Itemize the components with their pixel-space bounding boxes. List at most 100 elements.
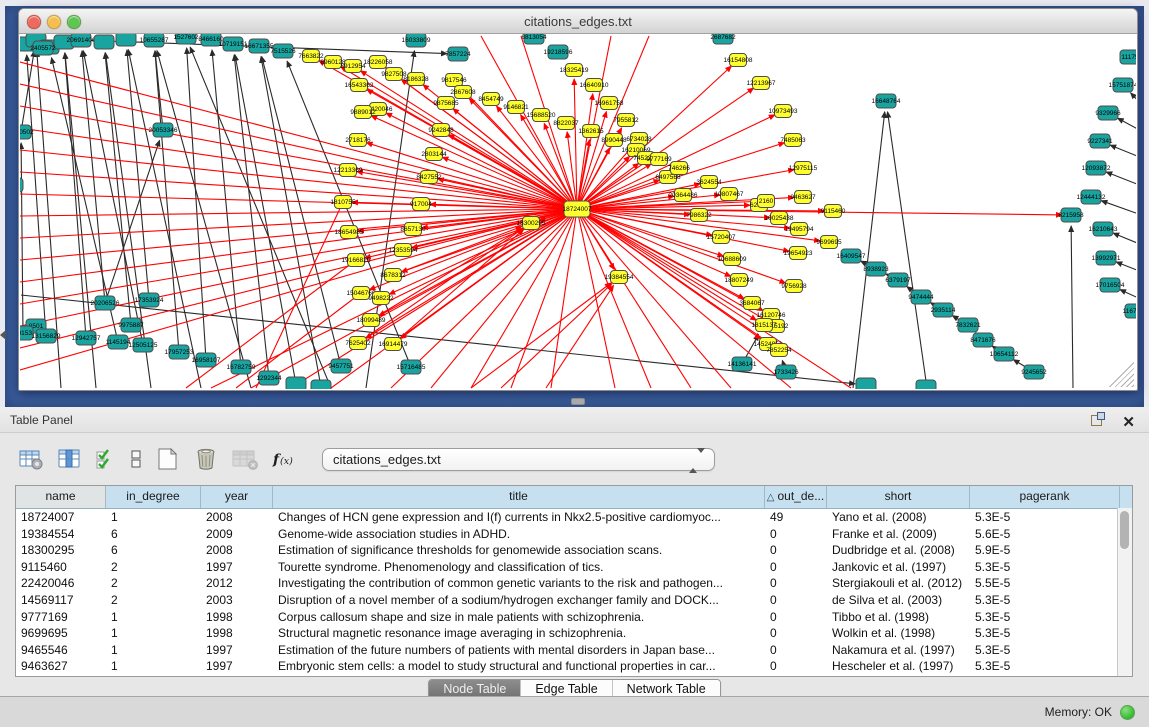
- cell-short[interactable]: de Silva et al. (2003): [827, 592, 970, 609]
- graph-edge[interactable]: [212, 50, 241, 367]
- graph-edge[interactable]: [471, 283, 611, 388]
- column-header-in_degree[interactable]: in_degree: [106, 486, 201, 508]
- graph-edge[interactable]: [155, 51, 163, 130]
- graph-node[interactable]: [116, 34, 136, 46]
- scrollbar-thumb[interactable]: [1120, 511, 1129, 549]
- graph-edge[interactable]: [20, 209, 577, 260]
- graph-edge[interactable]: [261, 57, 321, 387]
- row-height-icon[interactable]: [128, 447, 144, 471]
- graph-edge[interactable]: [888, 112, 927, 388]
- graph-edge[interactable]: [20, 194, 577, 209]
- cell-pagerank[interactable]: 5.3E-5: [970, 509, 1120, 526]
- cell-title[interactable]: Structural magnetic resonance image aver…: [273, 625, 765, 642]
- graph-node[interactable]: [20, 178, 23, 192]
- cell-name[interactable]: 9699695: [16, 625, 106, 642]
- cell-pagerank[interactable]: 5.3E-5: [970, 658, 1120, 675]
- cell-out_de[interactable]: 0: [765, 559, 827, 576]
- cell-in_degree[interactable]: 2: [106, 592, 201, 609]
- cell-short[interactable]: Stergiakouli et al. (2012): [827, 575, 970, 592]
- cell-in_degree[interactable]: 2: [106, 575, 201, 592]
- cell-name[interactable]: 14569117: [16, 592, 106, 609]
- cell-in_degree[interactable]: 1: [106, 625, 201, 642]
- table-row[interactable]: 1872400712008Changes of HCN gene express…: [16, 509, 1120, 526]
- graph-edge[interactable]: [20, 209, 577, 216]
- cell-in_degree[interactable]: 2: [106, 559, 201, 576]
- table-row[interactable]: 1456911722003Disruption of a novel membe…: [16, 592, 1120, 609]
- cell-year[interactable]: 1997: [201, 642, 273, 659]
- cell-out_de[interactable]: 49: [765, 509, 827, 526]
- cell-out_de[interactable]: 0: [765, 658, 827, 675]
- cell-year[interactable]: 2012: [201, 575, 273, 592]
- cell-title[interactable]: Genome-wide association studies in ADHD.: [273, 526, 765, 543]
- column-header-year[interactable]: year: [201, 486, 273, 508]
- column-header-pagerank[interactable]: pagerank: [970, 486, 1120, 508]
- memory-status-indicator-icon[interactable]: [1120, 705, 1135, 720]
- graph-edge[interactable]: [235, 55, 296, 384]
- cell-short[interactable]: Jankovic et al. (1997): [827, 559, 970, 576]
- graph-edge[interactable]: [127, 50, 149, 300]
- graph-edge[interactable]: [358, 229, 523, 343]
- cell-name[interactable]: 9465546: [16, 642, 106, 659]
- column-header-short[interactable]: short: [827, 486, 970, 508]
- table-row[interactable]: 977716911998Corpus callosum shape and si…: [16, 609, 1120, 626]
- graph-edge[interactable]: [1113, 233, 1136, 247]
- cell-year[interactable]: 2008: [201, 542, 273, 559]
- cell-out_de[interactable]: 0: [765, 592, 827, 609]
- cell-out_de[interactable]: 0: [765, 642, 827, 659]
- graph-edge[interactable]: [1131, 93, 1136, 110]
- table-row[interactable]: 1830029562008Estimation of significance …: [16, 542, 1120, 559]
- graph-edge[interactable]: [155, 51, 179, 352]
- graph-edge[interactable]: [1116, 262, 1136, 274]
- cell-year[interactable]: 1998: [201, 609, 273, 626]
- cell-pagerank[interactable]: 5.9E-5: [970, 542, 1120, 559]
- graph-edge[interactable]: [577, 209, 691, 388]
- create-column-icon[interactable]: [154, 446, 182, 472]
- cell-short[interactable]: Dudbridge et al. (2008): [827, 542, 970, 559]
- select-columns-checklist-icon[interactable]: [94, 447, 118, 471]
- cell-title[interactable]: Embryonic stem cells: a model to study s…: [273, 658, 765, 675]
- cell-year[interactable]: 2008: [201, 509, 273, 526]
- graph-edge[interactable]: [105, 53, 131, 325]
- table-row[interactable]: 946362711997Embryonic stem cells: a mode…: [16, 658, 1120, 675]
- cell-name[interactable]: 22420046: [16, 575, 106, 592]
- graph-node[interactable]: [94, 35, 114, 49]
- table-source-select[interactable]: citations_edges.txt: [322, 448, 715, 471]
- cell-in_degree[interactable]: 1: [106, 658, 201, 675]
- cell-pagerank[interactable]: 5.6E-5: [970, 526, 1120, 543]
- table-row[interactable]: 969969511998Structural magnetic resonanc…: [16, 625, 1120, 642]
- graph-node[interactable]: [286, 377, 306, 389]
- graph-edge[interactable]: [262, 57, 341, 366]
- cell-pagerank[interactable]: 5.5E-5: [970, 575, 1120, 592]
- graph-edge[interactable]: [577, 209, 651, 388]
- cell-out_de[interactable]: 0: [765, 526, 827, 543]
- graph-edge[interactable]: [577, 209, 744, 299]
- graph-edge[interactable]: [577, 36, 611, 209]
- show-columns-icon[interactable]: [56, 447, 84, 471]
- cell-year[interactable]: 2009: [201, 526, 273, 543]
- graph-node[interactable]: [916, 380, 936, 389]
- column-header-title[interactable]: title: [273, 486, 765, 508]
- graph-edge[interactable]: [1106, 172, 1136, 188]
- graph-edge[interactable]: [20, 128, 577, 209]
- network-window-titlebar[interactable]: citations_edges.txt: [19, 9, 1137, 34]
- cell-name[interactable]: 9463627: [16, 658, 106, 675]
- cell-name[interactable]: 9115460: [16, 559, 106, 576]
- table-row[interactable]: 911546021997Tourette syndrome. Phenomeno…: [16, 559, 1120, 576]
- graph-edge[interactable]: [190, 47, 331, 388]
- delete-trash-icon[interactable]: [192, 446, 220, 472]
- cell-pagerank[interactable]: 5.3E-5: [970, 592, 1120, 609]
- graph-edge[interactable]: [1071, 226, 1073, 388]
- cell-out_de[interactable]: 0: [765, 625, 827, 642]
- table-vertical-scrollbar[interactable]: [1117, 508, 1132, 676]
- graph-node[interactable]: [311, 380, 331, 389]
- cell-short[interactable]: Wolkin et al. (1998): [827, 625, 970, 642]
- cell-in_degree[interactable]: 1: [106, 642, 201, 659]
- minimize-traffic-light-icon[interactable]: [47, 15, 61, 29]
- cell-out_de[interactable]: 0: [765, 575, 827, 592]
- column-header-out_de[interactable]: △out_de...: [765, 486, 827, 508]
- cell-year[interactable]: 1998: [201, 625, 273, 642]
- cell-name[interactable]: 18300295: [16, 542, 106, 559]
- float-panel-icon[interactable]: [1091, 412, 1105, 426]
- cell-in_degree[interactable]: 1: [106, 509, 201, 526]
- cell-out_de[interactable]: 0: [765, 609, 827, 626]
